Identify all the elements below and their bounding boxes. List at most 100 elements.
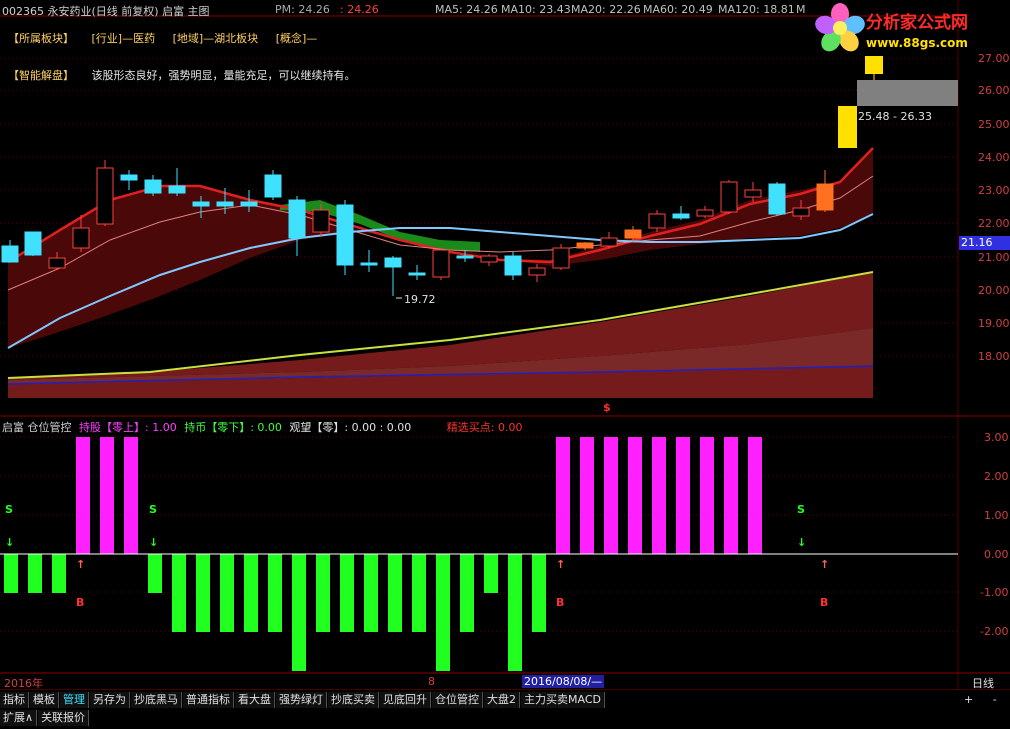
smart-text: 该股形态良好，强势明显，量能充足，可以继续持有。: [91, 69, 356, 82]
candle-body: [96, 167, 114, 225]
candle-body: [240, 201, 258, 207]
price-tick: 23.00: [978, 184, 1010, 197]
candle-body: [360, 262, 378, 266]
window-title: 002365 永安药业(日线 前复权) 启富 主图: [2, 5, 210, 18]
candle-body: [696, 209, 714, 217]
buy-marker: B: [820, 596, 829, 609]
tab-6[interactable]: 看大盘: [235, 692, 275, 708]
candle-body: [408, 272, 426, 276]
position-bar: [52, 554, 66, 593]
candle-body: [624, 229, 642, 239]
ma20-label: MA20: 22.26: [571, 3, 641, 16]
position-bar: [628, 437, 642, 554]
candle-body: [480, 255, 498, 263]
tab-1[interactable]: 模板: [30, 692, 59, 708]
dollar-marker: $: [603, 401, 611, 414]
candle-body: [1, 245, 19, 263]
position-bar: [436, 554, 450, 671]
tab-4[interactable]: 抄底黑马: [131, 692, 182, 708]
sector-industry[interactable]: [行业]—医药: [92, 32, 156, 45]
range-label: 25.48 - 26.33: [858, 110, 932, 123]
position-bar: [508, 554, 522, 671]
tab-9[interactable]: 见底回升: [380, 692, 431, 708]
candle-body: [48, 257, 66, 269]
position-bar: [316, 554, 330, 632]
sector-concept[interactable]: [概念]—: [276, 32, 318, 45]
price-tick: 18.00: [978, 350, 1010, 363]
candle-body: [720, 181, 738, 213]
position-bar: [100, 437, 114, 554]
position-bar: [676, 437, 690, 554]
range-box: [857, 80, 958, 106]
candle-body: [744, 189, 762, 198]
candle-body: [384, 257, 402, 268]
candle-body: [120, 174, 138, 181]
sub-title: 启富 仓位管控: [2, 421, 72, 434]
position-bar: [556, 437, 570, 554]
sub-tick: 0.00: [984, 548, 1009, 561]
position-bar: [532, 554, 546, 632]
buy-marker: B: [76, 596, 85, 609]
sector-region[interactable]: [地域]—湖北板块: [173, 32, 259, 45]
buy-marker: B: [556, 596, 565, 609]
price-tick: 21.00: [978, 251, 1010, 264]
ma120-label: MA120: 18.81: [718, 3, 795, 16]
price-tick: 19.00: [978, 317, 1010, 330]
candle-body: [816, 183, 834, 211]
position-bar: [580, 437, 594, 554]
position-bar: [724, 437, 738, 554]
candle-body: [792, 207, 810, 217]
flower-logo-icon: [815, 3, 865, 52]
position-bar: [196, 554, 210, 632]
tab-12[interactable]: 主力买卖MACD: [521, 692, 605, 708]
tab2-0[interactable]: 扩展∧: [0, 710, 38, 726]
price-tick: 24.00: [978, 151, 1010, 164]
tab-2[interactable]: 管理: [60, 692, 89, 708]
sub-tick: 2.00: [984, 470, 1009, 483]
sub-chart-header: 启富 仓位管控 持股【零上】: 1.00 持币【零下】: 0.00 观望【零】:…: [2, 419, 523, 435]
position-bar: [364, 554, 378, 632]
candle-body: [432, 249, 450, 278]
sell-marker: S: [797, 503, 805, 516]
arrow-down-icon: ↓: [149, 536, 159, 549]
tab2-1[interactable]: 关联报价: [38, 710, 90, 726]
position-bar: [484, 554, 498, 593]
ma60-label: MA60: 20.49: [643, 3, 713, 16]
logo-url: www.88gs.com: [866, 36, 968, 50]
position-bar: [220, 554, 234, 632]
tab-0[interactable]: 指标: [0, 692, 29, 708]
candle-body: [336, 204, 354, 266]
tab-3[interactable]: 另存为: [90, 692, 130, 708]
tab-10[interactable]: 仓位管控: [432, 692, 483, 708]
position-bar: [148, 554, 162, 593]
position-bar: [172, 554, 186, 632]
current-price-tag: 21.16: [959, 236, 1010, 250]
position-bar: [700, 437, 714, 554]
arrow-up-icon: ↑: [76, 558, 86, 571]
tab-8[interactable]: 抄底买卖: [328, 692, 379, 708]
candle-body: [288, 199, 306, 239]
price-tick: 25.00: [978, 118, 1010, 131]
position-bar: [412, 554, 426, 632]
sub-tick: 1.00: [984, 509, 1009, 522]
sell-marker: S: [149, 503, 157, 516]
tab-7[interactable]: 强势绿灯: [276, 692, 327, 708]
price-tick: 27.00: [978, 52, 1010, 65]
tab-11[interactable]: 大盘2: [484, 692, 520, 708]
arrow-down-icon: ↓: [5, 536, 15, 549]
period-label[interactable]: 日线: [972, 675, 994, 691]
candle-body: [216, 201, 234, 207]
logo-name: 分析家公式网: [866, 13, 968, 33]
candle-body: [168, 185, 186, 194]
candle-body: [192, 201, 210, 207]
position-bar: [292, 554, 306, 671]
zoom-controls[interactable]: + - 0: [964, 693, 1010, 706]
candle-body: [528, 267, 546, 276]
position-bar: [340, 554, 354, 632]
date-mid: 8: [428, 675, 435, 688]
candle-body: [504, 255, 522, 276]
sector-head: 【所属板块】: [8, 32, 74, 45]
candle-body: [672, 213, 690, 219]
date-selected: 2016/08/08/—: [522, 675, 605, 688]
tab-5[interactable]: 普通指标: [183, 692, 234, 708]
